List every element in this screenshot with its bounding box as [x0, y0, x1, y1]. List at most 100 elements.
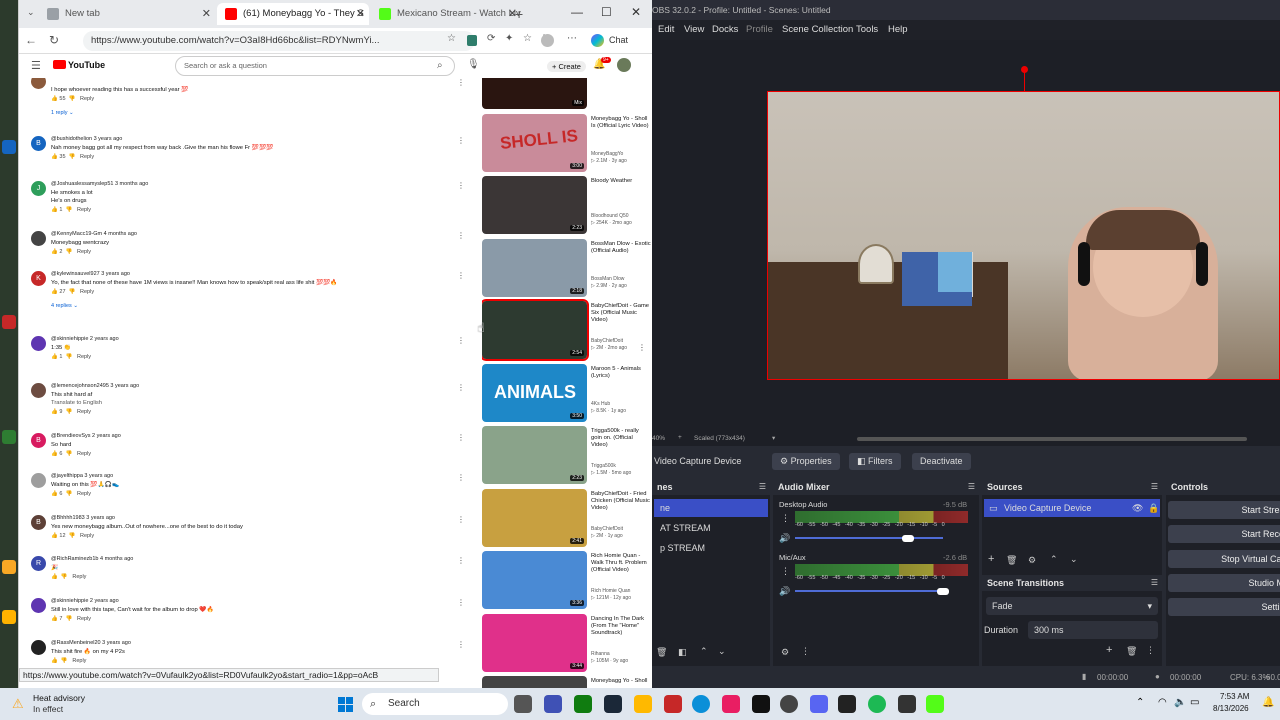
dislike-icon[interactable]: 👎: [66, 491, 73, 497]
dislike-icon[interactable]: 👎: [66, 451, 73, 457]
avatar[interactable]: [31, 383, 46, 398]
trash-icon[interactable]: 🗑: [1126, 646, 1137, 657]
video-thumbnail[interactable]: 2:18: [482, 238, 587, 297]
back-icon[interactable]: ←: [25, 33, 37, 47]
terminal-icon[interactable]: [838, 695, 856, 713]
avatar[interactable]: [31, 640, 46, 655]
video-thumbnail[interactable]: ANIMALS 3:50: [482, 363, 587, 422]
minimize-icon[interactable]: —: [571, 5, 583, 19]
comment-author[interactable]: @RassMenbeinel20 3 years ago: [51, 640, 131, 646]
recommended-video[interactable]: 2:18 BossMan Dlow - Exotic (Official Audi…: [482, 238, 652, 299]
kebab-icon[interactable]: ⋮: [457, 336, 465, 345]
dislike-icon[interactable]: 👎: [69, 289, 76, 295]
kebab-icon[interactable]: ⋮: [457, 640, 465, 649]
comment-author[interactable]: @skinniehippie 2 years ago: [51, 336, 119, 342]
recommended-video[interactable]: 2:54 BabyChiefDoit - Game Six (Official M…: [482, 299, 652, 361]
channel-name[interactable]: MoneyBaggYo: [591, 151, 623, 157]
comment-author[interactable]: @jayelthippa 3 years ago: [51, 473, 113, 479]
favorites-icon[interactable]: ☆: [523, 33, 532, 44]
close-icon[interactable]: ✕: [356, 3, 365, 25]
video-title[interactable]: Moneybagg Yo - Sholl Is (Official Lyric …: [591, 116, 651, 130]
dock-menu-icon[interactable]: ☰: [1151, 578, 1158, 587]
video-title[interactable]: Dancing In The Dark (From The "Home" Sou…: [591, 616, 651, 637]
comment-author[interactable]: @Joshuaslessamyslep51 3 months ago: [51, 181, 148, 187]
desktop-icon[interactable]: [2, 140, 16, 154]
dislike-icon[interactable]: 👎: [61, 658, 68, 664]
recommended-video[interactable]: 2:41 BabyChiefDoit - Fried Chicken (Offic…: [482, 488, 652, 549]
chat-button[interactable]: Chat: [609, 35, 628, 45]
avatar[interactable]: B: [31, 433, 46, 448]
battery-icon[interactable]: ▭: [1190, 697, 1199, 708]
app-icon[interactable]: [664, 695, 682, 713]
dock-menu-icon[interactable]: ☰: [968, 482, 975, 491]
tab-youtube[interactable]: (61) Moneybagg Yo - They S ✕: [217, 3, 369, 25]
recommended-video[interactable]: MixSito Rocks, Lil Durk, King V: [482, 78, 652, 111]
video-thumbnail[interactable]: [482, 676, 587, 688]
comment-author[interactable]: @kylewinsauvel927 3 years ago: [51, 271, 130, 277]
kebab-icon[interactable]: ⋮: [457, 433, 465, 442]
close-icon[interactable]: ✕: [202, 3, 211, 25]
reply-button[interactable]: Reply: [80, 96, 94, 102]
menu-edit[interactable]: Edit: [658, 24, 674, 35]
like-icon[interactable]: 👍: [51, 354, 58, 360]
studio-mode-button[interactable]: Studio Mod: [1168, 574, 1280, 592]
avatar[interactable]: B: [31, 136, 46, 151]
video-thumbnail[interactable]: 2:23: [482, 176, 587, 234]
video-capture-feed[interactable]: [767, 91, 1280, 380]
maximize-icon[interactable]: ☐: [601, 5, 612, 19]
menu-view[interactable]: View: [684, 24, 704, 35]
video-thumbnail[interactable]: 3:36: [482, 551, 587, 609]
recommended-video[interactable]: 3:36 Rich Homie Quan - Walk Thru ft. Prob…: [482, 551, 652, 611]
recommended-video[interactable]: 3:44 Dancing In The Dark (From The "Home"…: [482, 613, 652, 674]
like-icon[interactable]: 👍: [51, 409, 58, 415]
steam-icon[interactable]: [604, 695, 622, 713]
recommended-video[interactable]: 2:23 Bloody Weather Bloodhound Q50 ▷ 254K ·…: [482, 176, 652, 236]
dislike-icon[interactable]: 👎: [61, 574, 68, 580]
obs-icon[interactable]: [780, 695, 798, 713]
volume-slider-knob[interactable]: [937, 588, 949, 595]
app-icon[interactable]: [722, 695, 740, 713]
dislike-icon[interactable]: 👎: [66, 207, 73, 213]
comment-author[interactable]: @bushidothelion 3 years ago: [51, 136, 122, 142]
reply-button[interactable]: Reply: [77, 409, 91, 415]
warning-icon[interactable]: ⚠: [12, 696, 24, 712]
weather-title[interactable]: Heat advisory: [33, 693, 85, 703]
like-icon[interactable]: 👍: [51, 451, 58, 457]
reply-button[interactable]: Reply: [80, 533, 94, 539]
move-down-icon[interactable]: ⌄: [718, 646, 726, 657]
volume-slider[interactable]: [795, 537, 943, 539]
video-thumbnail[interactable]: 2:23: [482, 426, 587, 484]
microphone-icon[interactable]: 🎙: [467, 59, 480, 70]
speaker-icon[interactable]: 🔊: [779, 533, 790, 544]
profile-avatar[interactable]: [541, 34, 554, 47]
move-up-icon[interactable]: ⌃: [1050, 554, 1058, 565]
dislike-icon[interactable]: 👎: [66, 616, 73, 622]
kebab-icon[interactable]: ⋮: [457, 515, 465, 524]
add-icon[interactable]: +: [1106, 644, 1112, 656]
menu-help[interactable]: Help: [888, 24, 908, 35]
avatar[interactable]: R: [31, 556, 46, 571]
video-title[interactable]: Rich Homie Quan - Walk Thru ft. Problem …: [591, 553, 651, 574]
video-thumbnail[interactable]: 2:54: [482, 299, 589, 361]
source-item[interactable]: ▭ Video Capture Device 👁 🔒: [984, 499, 1160, 517]
desktop-icon[interactable]: [2, 315, 16, 329]
discord-icon[interactable]: [810, 695, 828, 713]
dislike-icon[interactable]: 👎: [69, 96, 76, 102]
reply-button[interactable]: Reply: [77, 207, 91, 213]
volume-slider[interactable]: [795, 590, 943, 592]
video-title[interactable]: Moneybagg Yo - Sholl: [591, 678, 651, 685]
dislike-icon[interactable]: 👎: [69, 154, 76, 160]
add-icon[interactable]: +: [988, 553, 994, 565]
channel-name[interactable]: Trigga500k: [591, 463, 616, 469]
desktop-icon[interactable]: [2, 430, 16, 444]
search-icon[interactable]: ⌕: [437, 60, 443, 71]
like-icon[interactable]: 👍: [51, 249, 58, 255]
video-thumbnail[interactable]: SHOLL IS 3:00: [482, 113, 587, 172]
menu-scene-collection[interactable]: Scene Collection: [782, 24, 853, 35]
kebab-icon[interactable]: ⋮: [457, 556, 465, 565]
channel-name[interactable]: Rich Homie Quan: [591, 588, 630, 594]
close-window-icon[interactable]: ✕: [631, 5, 641, 19]
video-title[interactable]: Bloody Weather: [591, 178, 651, 185]
reply-button[interactable]: Reply: [80, 289, 94, 295]
properties-button[interactable]: ⚙ Properties: [772, 453, 840, 470]
